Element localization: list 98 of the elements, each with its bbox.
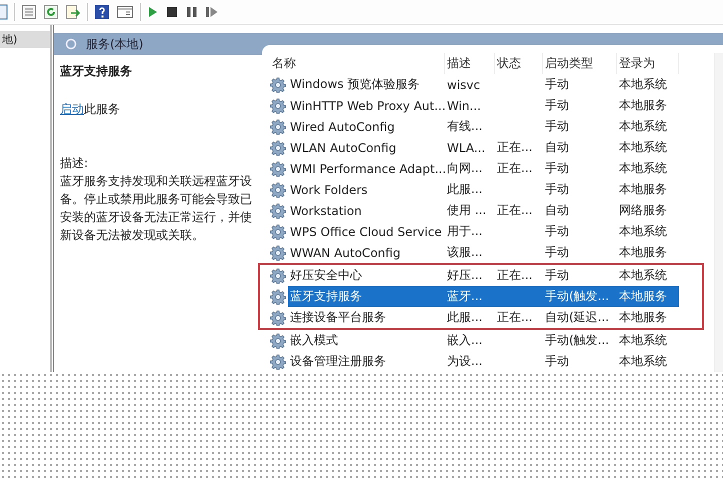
description-label: 描述: bbox=[60, 155, 90, 172]
table-cell-text: 嵌入... bbox=[446, 332, 484, 349]
table-cell-text: 本地系统 bbox=[618, 76, 668, 93]
play-icon[interactable] bbox=[147, 4, 159, 20]
table-cell-text: 正在... bbox=[496, 309, 534, 326]
table-cell-text: 正在... bbox=[496, 267, 534, 284]
pause-icon[interactable] bbox=[185, 4, 199, 20]
table-cell-text: 自动 bbox=[544, 139, 570, 156]
service-name[interactable]: WinHTTP Web Proxy Aut... bbox=[288, 95, 445, 116]
column-header[interactable]: 登录为 bbox=[617, 53, 679, 74]
service-name[interactable]: 蓝牙支持服务 bbox=[288, 286, 445, 307]
start-service-text: 启动此服务 bbox=[60, 102, 120, 116]
gear-icon bbox=[270, 202, 286, 218]
gear-icon bbox=[270, 310, 286, 326]
table-cell-text: 手动 bbox=[544, 353, 570, 370]
service-title: 蓝牙支持服务 bbox=[60, 63, 133, 80]
gear-icon bbox=[270, 354, 286, 370]
properties-icon[interactable] bbox=[116, 4, 134, 20]
gear-icon bbox=[270, 76, 286, 92]
table-cell-text: 手动 bbox=[544, 267, 570, 284]
table-cell-text: 有线... bbox=[446, 118, 484, 135]
service-name[interactable]: Workstation bbox=[288, 200, 445, 221]
table-cell-text: 手动(触发... bbox=[544, 288, 610, 305]
table-cell-text: 本地系统 bbox=[618, 353, 668, 370]
table-cell-text: 正在... bbox=[496, 160, 534, 177]
table-cell-text: 手动(触发... bbox=[544, 332, 610, 349]
table-cell-text: 自动 bbox=[544, 202, 570, 219]
table-cell-text: 自动(延迟... bbox=[544, 309, 610, 326]
column-header[interactable]: 名称 bbox=[270, 53, 445, 74]
table-cell-text: 本地服务 bbox=[618, 244, 668, 261]
column-header[interactable]: 描述 bbox=[445, 53, 495, 74]
table-cell-text: 向网... bbox=[446, 160, 484, 177]
gear-icon bbox=[270, 140, 286, 156]
table-cell-text: 本地服务 bbox=[618, 97, 668, 114]
service-name[interactable]: 设备管理注册服务 bbox=[288, 351, 445, 372]
table-cell-text: 手动 bbox=[544, 160, 570, 177]
column-header[interactable]: 启动类型 bbox=[543, 53, 617, 74]
table-cell-text: 正在... bbox=[496, 139, 534, 156]
service-name[interactable]: WMI Performance Adapt... bbox=[288, 158, 445, 179]
table-cell-text: 为设... bbox=[446, 353, 484, 370]
help-icon[interactable] bbox=[94, 4, 110, 20]
table-cell-text: 网络服务 bbox=[618, 202, 668, 219]
table-cell-text: 用于... bbox=[446, 223, 484, 240]
stop-icon[interactable] bbox=[165, 4, 179, 20]
table-cell-text: 好压... bbox=[446, 267, 484, 284]
service-name[interactable]: WLAN AutoConfig bbox=[288, 137, 445, 158]
gear-icon bbox=[270, 118, 286, 134]
table-cell-text: 手动 bbox=[544, 76, 570, 93]
table-cell-text: 该服... bbox=[446, 244, 484, 261]
list-icon[interactable] bbox=[21, 4, 37, 20]
gear-icon bbox=[270, 332, 286, 348]
service-name[interactable]: 嵌入模式 bbox=[288, 330, 445, 351]
table-cell-text: 手动 bbox=[544, 118, 570, 135]
table-cell-text: 手动 bbox=[544, 223, 570, 240]
table-cell-text: wisvc bbox=[446, 76, 482, 94]
table-cell-text: 正在... bbox=[496, 202, 534, 219]
table-cell-text: 蓝牙... bbox=[446, 288, 484, 305]
gear-icon bbox=[270, 244, 286, 260]
description-text: 蓝牙服务支持发现和关联远程蓝牙设备。停止或禁用此服务可能会导致已安装的蓝牙设备无法正常运行，并使新设备无法被发现或关联。 bbox=[60, 174, 252, 242]
start-link[interactable]: 启动 bbox=[60, 102, 84, 116]
table-cell-text: 使用 ... bbox=[446, 202, 488, 219]
table-cell-text: 本地系统 bbox=[618, 139, 668, 156]
service-name[interactable]: Wired AutoConfig bbox=[288, 116, 445, 137]
table-cell-text: 本地系统 bbox=[618, 223, 668, 240]
table-cell-text: 本地系统 bbox=[618, 118, 668, 135]
table-cell-text: 本地服务 bbox=[618, 288, 668, 305]
selected-row-highlight[interactable]: 蓝牙支持服务 蓝牙... 手动(触发... 本地服务 bbox=[288, 286, 679, 307]
table-cell-text: 本地服务 bbox=[618, 181, 668, 198]
service-name[interactable]: 好压安全中心 bbox=[288, 265, 445, 286]
service-name[interactable]: Work Folders bbox=[288, 179, 445, 200]
gear-icon bbox=[270, 98, 286, 114]
table-cell-text: 本地系统 bbox=[618, 267, 668, 284]
service-name[interactable]: 连接设备平台服务 bbox=[288, 307, 445, 328]
refresh-icon[interactable] bbox=[43, 4, 59, 20]
table-cell-text: 手动 bbox=[544, 97, 570, 114]
gear-icon bbox=[270, 224, 286, 240]
table-cell-text: Win... bbox=[446, 98, 482, 114]
service-name[interactable]: WPS Office Cloud Service bbox=[288, 221, 445, 242]
window-icon[interactable] bbox=[0, 4, 8, 20]
gear-icon bbox=[270, 268, 286, 284]
gear-icon bbox=[270, 160, 286, 176]
column-header[interactable]: 状态 bbox=[495, 53, 543, 74]
service-name[interactable]: Windows 预览体验服务 bbox=[288, 74, 445, 95]
table-cell-text: 本地服务 bbox=[618, 309, 668, 326]
table-cell-text: WLA... bbox=[446, 140, 486, 156]
restart-icon[interactable] bbox=[205, 4, 219, 20]
panel-title: 服务(本地) bbox=[86, 36, 144, 52]
table-cell-text: 本地系统 bbox=[618, 332, 668, 349]
table-cell-text: 此服... bbox=[446, 181, 484, 198]
table-cell-text: 手动 bbox=[544, 181, 570, 198]
gear-icon bbox=[270, 288, 286, 304]
service-name[interactable]: WWAN AutoConfig bbox=[288, 242, 445, 263]
tree-item[interactable]: 地) bbox=[0, 31, 50, 48]
table-cell-text: 此服... bbox=[446, 309, 484, 326]
table-cell-text: 本地系统 bbox=[618, 160, 668, 177]
export-icon[interactable] bbox=[65, 4, 81, 20]
gear-icon bbox=[270, 182, 286, 198]
table-cell-text: 手动 bbox=[544, 244, 570, 261]
